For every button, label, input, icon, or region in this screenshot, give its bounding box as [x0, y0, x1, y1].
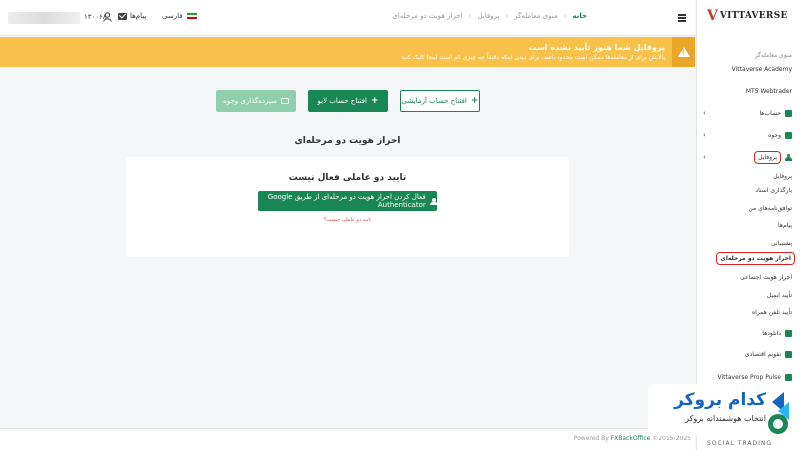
user-icon[interactable]: [103, 12, 112, 22]
download-icon: [785, 330, 792, 337]
logo-text: VITTAVERSE: [719, 11, 788, 21]
calendar-icon: [785, 351, 792, 358]
chevron-left-icon[interactable]: ‹: [703, 109, 706, 117]
iran-flag-icon: [186, 12, 197, 20]
breadcrumb-trader-menu[interactable]: منوی معامله‌گر: [514, 12, 557, 20]
footer-years: ©2015-2025: [652, 435, 691, 442]
accounts-icon: [785, 110, 792, 117]
chart-icon: [785, 374, 792, 381]
social-trading-label: SOCIAL TRADING: [707, 440, 773, 447]
sidebar-item-label: وجوه: [768, 132, 781, 139]
sidebar: V VITTAVERSE منوی معامله‌گر Vittaverse A…: [696, 0, 800, 450]
sidebar-subitem-agreements[interactable]: توافق‌نامه‌های من: [748, 205, 792, 212]
deposit-button-label: سپرده‌گذاری وجوه: [223, 97, 277, 105]
what-is-2fa-link[interactable]: تایید دو عاملی چیست؟: [126, 217, 569, 223]
chevron-left-icon[interactable]: ‹: [703, 153, 706, 161]
chat-support-icon[interactable]: [768, 414, 788, 434]
sidebar-subitem-upload-docs[interactable]: بارگذاری اسناد: [755, 187, 792, 194]
sidebar-section-trader-menu: منوی معامله‌گر: [754, 52, 792, 59]
sidebar-item-prop-pulse[interactable]: Vittaverse Prop Pulse: [717, 374, 792, 381]
sidebar-item-accounts[interactable]: حساب‌ها: [759, 110, 792, 117]
breadcrumb-home[interactable]: خانه: [572, 12, 587, 20]
footer: Powered By FXBackOffice ©2015-2025: [0, 428, 695, 450]
top-bar: ۱۳۰۰۶۸ پیام‌ها فارسی خانه › منوی معامله‌…: [0, 0, 695, 36]
sidebar-item-downloads[interactable]: دانلودها: [762, 330, 792, 337]
sidebar-subitem-profile[interactable]: پروفایل: [773, 173, 792, 180]
sidebar-item-label: احراز هویت دو مرحله‌ای: [716, 252, 795, 265]
deposit-funds-button[interactable]: سپرده‌گذاری وجوه: [216, 90, 296, 112]
sidebar-subitem-messages[interactable]: پیام‌ها: [778, 222, 792, 229]
footer-powered: Powered By: [573, 435, 609, 442]
sidebar-item-webtrader[interactable]: MT5 Webtrader: [746, 88, 792, 95]
breadcrumb-separator: ›: [563, 12, 567, 20]
breadcrumb: خانه › منوی معامله‌گر › پروفایل › احراز …: [392, 12, 587, 20]
sidebar-item-funds[interactable]: وجوه: [768, 132, 792, 139]
footer-brand-link[interactable]: FXBackOffice: [611, 435, 651, 442]
live-button-label: افتتاح حساب لایو: [317, 97, 367, 105]
credit-card-icon: [280, 98, 289, 104]
two-factor-card: تایید دو عاملی فعال نیست فعال کردن احراز…: [126, 157, 569, 257]
user-icon: [785, 154, 792, 161]
sidebar-item-profile[interactable]: پروفایل: [754, 151, 792, 164]
sidebar-item-label: پروفایل: [754, 151, 781, 164]
chevron-left-icon[interactable]: ‹: [703, 131, 706, 139]
envelope-icon: [118, 12, 127, 20]
demo-button-label: افتتاح حساب آزمایشی: [401, 97, 467, 105]
sidebar-subitem-two-factor[interactable]: احراز هویت دو مرحله‌ای: [716, 252, 795, 265]
wallet-icon: [785, 132, 792, 139]
banner-subtitle[interactable]: پالایش برای از معامله‌ها ممکن است محدود …: [401, 54, 665, 61]
logo-mark: V: [707, 8, 718, 24]
messages-link[interactable]: پیام‌ها: [118, 12, 146, 20]
sidebar-item-label: تقویم اقتصادی: [744, 351, 781, 358]
sidebar-item-label: دانلودها: [762, 330, 781, 337]
watermark-title: کدام بروکر: [674, 390, 766, 410]
hamburger-menu-icon[interactable]: [678, 14, 686, 23]
banner-title: پروفایل شما هنوز تأیید نشده است: [528, 43, 665, 52]
plus-icon: +: [470, 96, 479, 106]
sidebar-item-label: Vittaverse Prop Pulse: [717, 374, 782, 381]
plus-icon: +: [370, 96, 379, 106]
sidebar-subitem-support[interactable]: پشتیبانی: [771, 240, 792, 247]
profile-warning-banner[interactable]: پروفایل شما هنوز تأیید نشده است پالایش ب…: [0, 37, 695, 67]
warning-icon: [672, 37, 695, 67]
vittaverse-logo[interactable]: V VITTAVERSE: [707, 8, 788, 24]
sidebar-subitem-email-verify[interactable]: تأیید ایمیل: [767, 292, 792, 299]
breadcrumb-separator: ›: [468, 12, 472, 20]
user-icon: [429, 197, 439, 205]
sidebar-item-academy[interactable]: Vittaverse Academy: [732, 66, 792, 73]
breadcrumb-current: احراز هویت دو مرحله‌ای: [392, 12, 463, 20]
open-demo-account-button[interactable]: + افتتاح حساب آزمایشی: [400, 90, 480, 112]
watermark-subtitle: انتخاب هوشمندانه بروکر: [685, 414, 766, 423]
enable-google-authenticator-button[interactable]: فعال کردن احراز هویت دو مرحله‌ای از طریق…: [258, 191, 439, 211]
sidebar-subitem-social-auth[interactable]: احراز هویت اجتماعی: [740, 274, 792, 281]
two-factor-status: تایید دو عاملی فعال نیست: [288, 173, 407, 183]
breadcrumb-profile[interactable]: پروفایل: [477, 12, 499, 20]
breadcrumb-separator: ›: [505, 12, 509, 20]
user-name-blurred: [8, 12, 80, 24]
sidebar-item-calendar[interactable]: تقویم اقتصادی: [745, 351, 792, 358]
messages-label: پیام‌ها: [130, 12, 147, 20]
language-selector[interactable]: فارسی: [162, 12, 197, 20]
enable-button-label: فعال کردن احراز هویت دو مرحله‌ای از طریق…: [267, 193, 426, 209]
page-title: احراز هویت دو مرحله‌ای: [294, 136, 401, 146]
open-live-account-button[interactable]: + افتتاح حساب لایو: [308, 90, 388, 112]
sidebar-item-label: حساب‌ها: [759, 110, 781, 117]
footer-credit: Powered By FXBackOffice ©2015-2025: [574, 435, 691, 442]
language-label: فارسی: [162, 12, 183, 20]
sidebar-subitem-phone-verify[interactable]: تأیید تلفن همراه: [752, 309, 792, 316]
